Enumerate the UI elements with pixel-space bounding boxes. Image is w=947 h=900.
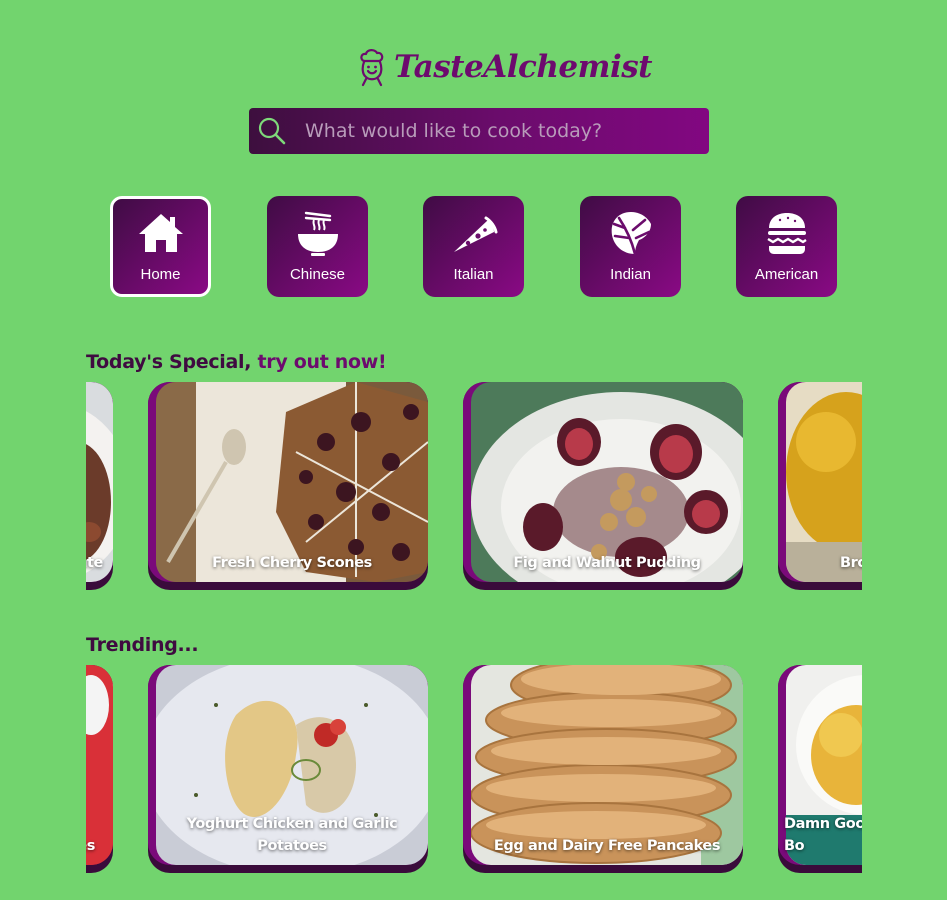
category-american[interactable]: American	[736, 196, 837, 297]
recipe-title: Fig and Walnut Pudding	[513, 555, 701, 571]
chef-icon	[360, 49, 384, 87]
category-chinese[interactable]: Chinese	[267, 196, 368, 297]
burger-icon	[766, 213, 807, 254]
trending-carousel[interactable]: es Yoghurt Chicken and Garlic Potatoes	[86, 665, 862, 875]
recipe-card[interactable]: Yoghurt Chicken and Garlic Potatoes	[148, 665, 428, 873]
category-italian[interactable]: Italian	[423, 196, 524, 297]
recipe-card[interactable]: es	[86, 665, 113, 873]
monstera-leaf-icon	[611, 212, 651, 256]
recipe-title: Fresh Cherry Scones	[212, 555, 372, 571]
recipe-card[interactable]: Fresh Cherry Scones	[148, 382, 428, 590]
recipe-title: Egg and Dairy Free Pancakes	[493, 838, 721, 854]
recipe-card[interactable]: Brow	[778, 382, 862, 590]
category-label: American	[754, 266, 819, 283]
noodle-bowl-icon	[297, 211, 338, 256]
category-label: Indian	[610, 266, 651, 283]
category-label: Home	[140, 266, 181, 283]
category-label: Chinese	[289, 266, 346, 283]
recipe-card[interactable]: Damn Goo Bo	[778, 665, 862, 873]
recipe-title: Yoghurt Chicken and Garlic Potatoes	[186, 816, 398, 854]
recipe-card[interactable]: Egg and Dairy Free Pancakes	[463, 665, 743, 873]
search-input[interactable]	[303, 119, 687, 143]
home-icon	[138, 214, 183, 252]
search-icon[interactable]	[255, 114, 289, 148]
category-home[interactable]: Home	[110, 196, 211, 297]
recipe-title: ate	[86, 555, 103, 571]
section-title-special: Today's Special, try out now!	[86, 351, 387, 373]
recipe-card[interactable]: ate	[86, 382, 113, 590]
special-carousel[interactable]: ate Fresh Cherry Scones	[86, 382, 862, 592]
pizza-slice-icon	[453, 216, 497, 252]
app-logo: TasteAlchemist	[356, 44, 653, 90]
category-indian[interactable]: Indian	[580, 196, 681, 297]
search-bar[interactable]	[249, 108, 709, 154]
recipe-card[interactable]: Fig and Walnut Pudding	[463, 382, 743, 590]
recipe-title: Damn Goo Bo	[784, 816, 862, 854]
app-name: TasteAlchemist	[394, 49, 653, 85]
recipe-title: es	[86, 838, 95, 854]
recipe-title: Brow	[840, 555, 862, 571]
section-title-trending: Trending...	[86, 634, 199, 656]
category-label: Italian	[453, 266, 494, 283]
